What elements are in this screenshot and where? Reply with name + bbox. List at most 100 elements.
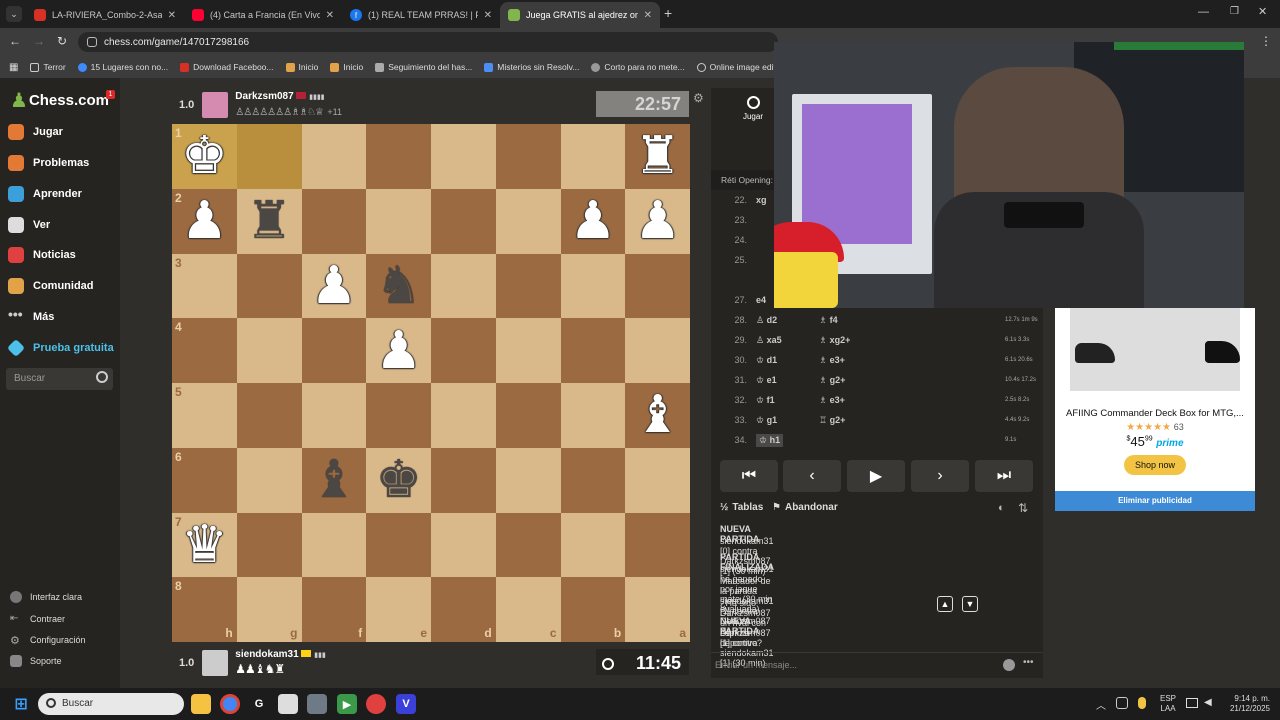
language-indicator[interactable]: ESP LAA bbox=[1160, 694, 1176, 714]
resign-button[interactable]: ⚑ Abandonar bbox=[772, 502, 838, 513]
chess-piece[interactable]: ♚ bbox=[366, 448, 431, 513]
play-button[interactable]: ▶ bbox=[847, 460, 905, 492]
windows-start-icon[interactable]: ⊞ bbox=[11, 694, 31, 714]
bookmark-7[interactable]: Corto para no mete... bbox=[591, 62, 685, 72]
board-settings-gear-icon[interactable]: ⚙ bbox=[693, 91, 704, 105]
app-icon[interactable]: ▶ bbox=[337, 694, 357, 714]
bookmark-3[interactable]: Inicio bbox=[285, 62, 318, 72]
bookmark-2[interactable]: Download Faceboo... bbox=[180, 62, 274, 72]
board-square[interactable] bbox=[431, 447, 496, 513]
board-square[interactable] bbox=[560, 512, 626, 578]
top-player-avatar[interactable] bbox=[202, 92, 229, 118]
board-square[interactable] bbox=[431, 318, 496, 383]
maximize-icon[interactable]: ❐ bbox=[1230, 6, 1239, 17]
board-square[interactable] bbox=[495, 447, 561, 513]
chess-piece[interactable]: ♟ bbox=[625, 189, 690, 254]
board-square[interactable]: ♚ bbox=[366, 447, 431, 513]
board-square[interactable] bbox=[560, 383, 626, 448]
sidebar-item-jugar[interactable]: Jugar bbox=[8, 124, 63, 140]
sidebar-item-problemas[interactable]: Problemas bbox=[8, 155, 89, 171]
board-square[interactable] bbox=[560, 124, 626, 189]
board-square[interactable]: ♞ bbox=[366, 253, 431, 319]
board-square[interactable] bbox=[495, 512, 561, 578]
thumbs-up-icon[interactable]: ▲ bbox=[937, 596, 953, 612]
board-square[interactable]: ♝ bbox=[301, 447, 367, 513]
board-square[interactable] bbox=[236, 124, 302, 189]
emoji-icon[interactable] bbox=[1003, 659, 1015, 671]
board-square[interactable] bbox=[495, 318, 561, 383]
chess-piece[interactable]: ♝ bbox=[625, 383, 690, 448]
site-info-icon[interactable] bbox=[87, 37, 97, 47]
last-move-button[interactable]: ⏭ bbox=[975, 460, 1033, 492]
board-square[interactable] bbox=[560, 318, 626, 383]
bottom-player-name[interactable]: siendokam31 ▮▮▮ bbox=[235, 649, 326, 660]
board-square[interactable] bbox=[495, 188, 561, 254]
board-square[interactable] bbox=[431, 253, 496, 319]
analysis-icon[interactable]: ◐ bbox=[998, 502, 1005, 514]
flip-board-icon[interactable]: ⇅ bbox=[1018, 501, 1028, 515]
sidebar-item-mas[interactable]: ••• Más bbox=[8, 307, 54, 325]
chess-board[interactable]: 1 ♚ ♜ 2 ♟ ♜ ♟ ♟ 3 ♟ ♞ 4 ♟ 5 ♝ 6 ♝ ♚ 7 ♛ 8 h g f e d c b a bbox=[172, 124, 690, 642]
chess-piece[interactable]: ♟ bbox=[366, 318, 431, 383]
board-square[interactable] bbox=[431, 383, 496, 448]
sidebar-item-aprender[interactable]: Aprender bbox=[8, 186, 82, 202]
calculator-icon[interactable] bbox=[307, 694, 327, 714]
sidebar-support[interactable]: Soporte bbox=[10, 655, 62, 667]
remove-ads-link[interactable]: Eliminar publicidad bbox=[1055, 491, 1255, 511]
prev-move-button[interactable]: ‹ bbox=[783, 460, 841, 492]
board-square[interactable] bbox=[236, 512, 302, 578]
url-bar[interactable]: chess.com/game/147017298166 bbox=[78, 32, 778, 52]
board-square[interactable] bbox=[236, 447, 302, 513]
tab-1[interactable]: (4) Carta a Francia (En Vivo) - Yo ✕ bbox=[184, 2, 342, 28]
board-square[interactable]: a bbox=[625, 577, 690, 642]
white-move[interactable]: ♔ d1 bbox=[756, 355, 777, 366]
chrome-icon[interactable] bbox=[220, 694, 240, 714]
board-square[interactable] bbox=[366, 124, 431, 189]
bookmark-8[interactable]: Online image editor bbox=[696, 62, 783, 72]
board-square[interactable] bbox=[560, 447, 626, 513]
chat-input[interactable]: Enviar un mensaje... ••• bbox=[711, 652, 1043, 678]
tab-3-active[interactable]: Juega GRATIS al ajedrez online ✕ bbox=[500, 2, 660, 28]
top-player-name[interactable]: Darkzsm087 ▮▮▮▮ bbox=[235, 91, 342, 102]
board-square[interactable] bbox=[625, 318, 690, 383]
tray-icon[interactable] bbox=[1116, 697, 1128, 709]
black-move[interactable]: ♗ e3+ bbox=[819, 395, 845, 406]
board-square[interactable] bbox=[560, 253, 626, 319]
search-icon[interactable] bbox=[96, 371, 108, 383]
reload-icon[interactable]: ↻ bbox=[57, 34, 67, 48]
ad-banner[interactable]: AFIING Commander Deck Box for MTG,... ★★… bbox=[1055, 308, 1255, 511]
bookmark-4[interactable]: Inicio bbox=[330, 62, 363, 72]
board-square[interactable] bbox=[301, 512, 367, 578]
board-square[interactable]: ♟ bbox=[625, 188, 690, 254]
board-square[interactable]: 6 bbox=[172, 447, 237, 513]
chess-piece[interactable]: ♚ bbox=[172, 124, 237, 189]
white-move[interactable]: ♔ h1 bbox=[756, 433, 784, 447]
clock[interactable]: 9:14 p. m. 21/12/2025 bbox=[1228, 694, 1270, 714]
board-square[interactable] bbox=[625, 253, 690, 319]
app-icon[interactable] bbox=[366, 694, 386, 714]
chess-logo[interactable]: ♟ Chess.com bbox=[10, 88, 109, 113]
board-square[interactable]: g bbox=[236, 577, 302, 642]
app-icon[interactable] bbox=[278, 694, 298, 714]
board-square[interactable] bbox=[301, 318, 367, 383]
ad-title[interactable]: AFIING Commander Deck Box for MTG,... bbox=[1055, 408, 1255, 419]
tab-0[interactable]: LA-RIVIERA_Combo-2-Asados ✕ bbox=[26, 2, 184, 28]
apps-icon[interactable]: ▦ bbox=[9, 62, 18, 73]
white-move[interactable]: ♙ xa5 bbox=[756, 335, 782, 346]
white-move[interactable]: ♙ d2 bbox=[756, 315, 777, 326]
board-square[interactable] bbox=[625, 512, 690, 578]
bookmark-6[interactable]: Misterios sin Resolv... bbox=[484, 62, 579, 72]
volume-icon[interactable]: ◀ bbox=[1204, 697, 1212, 708]
minimize-icon[interactable]: — bbox=[1198, 6, 1209, 18]
sidebar-item-noticias[interactable]: Noticias bbox=[8, 247, 76, 263]
microphone-icon[interactable] bbox=[1138, 697, 1146, 709]
white-move[interactable]: ♔ f1 bbox=[756, 395, 775, 406]
sidebar-item-prueba[interactable]: Prueba gratuita bbox=[6, 338, 114, 358]
board-square[interactable] bbox=[366, 188, 431, 254]
white-move[interactable]: ♔ e1 bbox=[756, 375, 777, 386]
vivaldi-icon[interactable]: V bbox=[396, 694, 416, 714]
board-square[interactable] bbox=[301, 124, 367, 189]
black-move[interactable]: ♗ f4 bbox=[819, 315, 838, 326]
window-close-icon[interactable]: ✕ bbox=[1258, 5, 1267, 18]
back-icon[interactable]: ← bbox=[9, 34, 21, 48]
